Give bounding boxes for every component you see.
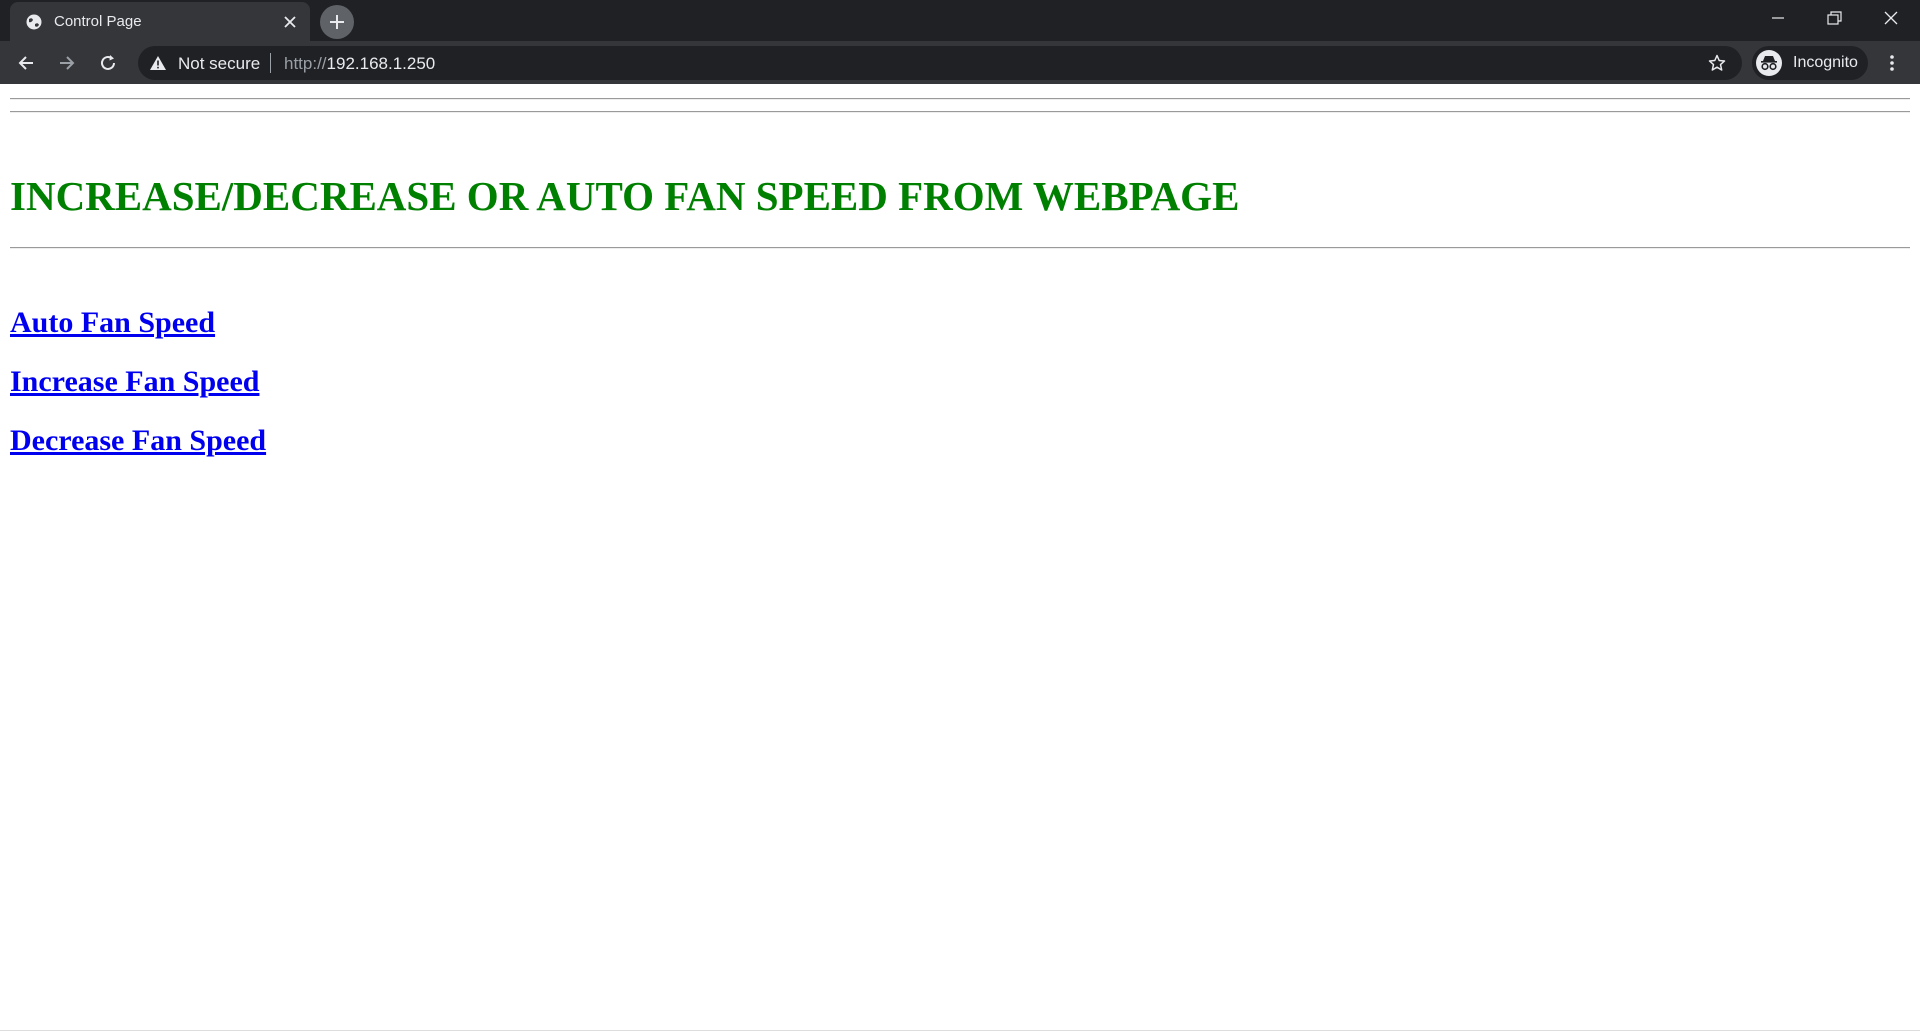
new-tab-button[interactable] bbox=[320, 5, 354, 39]
horizontal-rule bbox=[10, 247, 1910, 249]
back-button[interactable] bbox=[16, 53, 36, 73]
url-host: 192.168.1.250 bbox=[326, 54, 436, 73]
page-content: INCREASE/DECREASE OR AUTO FAN SPEED FROM… bbox=[0, 84, 1920, 1031]
tab-strip: Control Page bbox=[0, 0, 1920, 41]
auto-fan-speed-link[interactable]: Auto Fan Speed bbox=[10, 306, 215, 340]
reload-button[interactable] bbox=[98, 53, 118, 73]
arrow-right-icon bbox=[60, 56, 75, 70]
tab-control-page[interactable]: Control Page bbox=[10, 2, 310, 41]
incognito-icon bbox=[1756, 50, 1782, 76]
profile-label: Incognito bbox=[1793, 54, 1858, 71]
plus-icon bbox=[330, 15, 344, 29]
arrow-left-icon bbox=[18, 56, 33, 70]
minimize-icon[interactable] bbox=[1768, 8, 1788, 28]
star-icon[interactable] bbox=[1708, 54, 1726, 72]
horizontal-rule bbox=[10, 111, 1910, 113]
forward-button[interactable] bbox=[57, 53, 77, 73]
omnibox-separator bbox=[270, 53, 271, 73]
url-scheme: http:// bbox=[284, 54, 327, 73]
profile-button[interactable]: Incognito bbox=[1752, 46, 1868, 80]
kebab-menu-icon[interactable] bbox=[1884, 53, 1900, 73]
horizontal-rule bbox=[10, 98, 1910, 100]
warning-icon[interactable] bbox=[150, 56, 166, 70]
close-window-icon[interactable] bbox=[1881, 8, 1901, 28]
globe-icon bbox=[26, 14, 42, 30]
tab-title: Control Page bbox=[54, 13, 142, 30]
reload-icon bbox=[101, 55, 115, 70]
page-heading: INCREASE/DECREASE OR AUTO FAN SPEED FROM… bbox=[10, 173, 1240, 219]
decrease-fan-speed-link[interactable]: Decrease Fan Speed bbox=[10, 424, 266, 458]
restore-icon[interactable] bbox=[1824, 8, 1844, 28]
increase-fan-speed-link[interactable]: Increase Fan Speed bbox=[10, 365, 259, 399]
browser-toolbar: Not secure http://192.168.1.250 Incognit… bbox=[0, 41, 1920, 84]
security-label[interactable]: Not secure bbox=[178, 54, 260, 74]
close-icon[interactable] bbox=[282, 14, 298, 30]
url-text[interactable]: http://192.168.1.250 bbox=[284, 54, 435, 74]
address-bar[interactable]: Not secure http://192.168.1.250 bbox=[138, 46, 1742, 80]
